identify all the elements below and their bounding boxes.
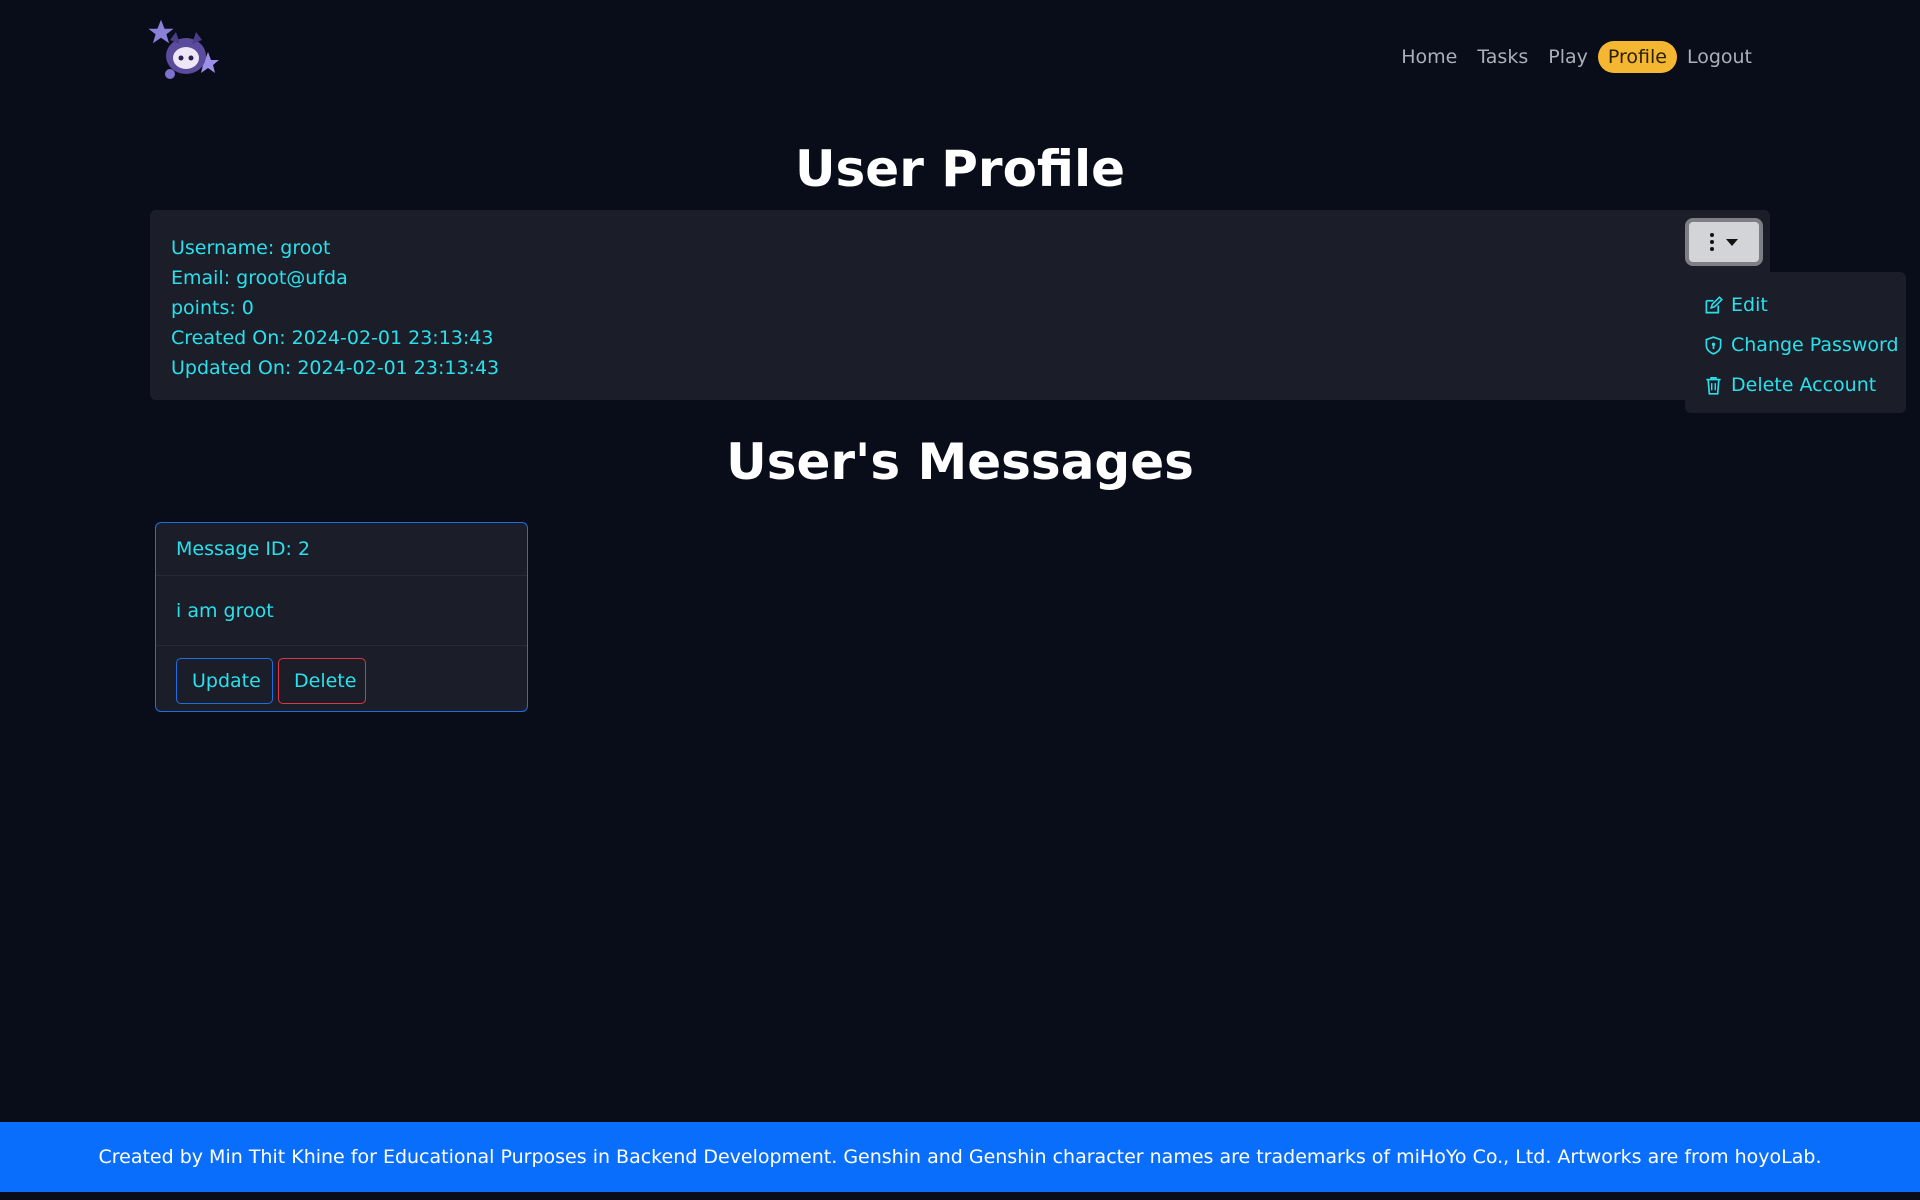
nav-profile[interactable]: Profile	[1597, 41, 1677, 73]
kebab-menu-icon	[1710, 233, 1714, 251]
nav-home[interactable]: Home	[1391, 40, 1467, 74]
menu-item-delete-account[interactable]: Delete Account	[1685, 365, 1906, 405]
profile-updated: Updated On: 2024-02-01 23:13:43	[171, 357, 500, 379]
nav-tasks[interactable]: Tasks	[1467, 40, 1538, 74]
profile-email: Email: groot@ufda	[171, 267, 348, 289]
page: Home Tasks Play Profile Logout User Prof…	[0, 0, 1920, 1200]
message-actions: Update Delete	[156, 646, 527, 704]
nav-play[interactable]: Play	[1538, 40, 1598, 74]
caret-down-icon	[1726, 238, 1738, 246]
profile-created: Created On: 2024-02-01 23:13:43	[171, 327, 494, 349]
menu-item-edit[interactable]: Edit	[1685, 285, 1906, 325]
profile-title: User Profile	[794, 140, 1126, 198]
messages-title: User's Messages	[726, 433, 1194, 491]
menu-item-delete-account-label: Delete Account	[1731, 374, 1877, 396]
profile-details: Username: groot Email: groot@ufda points…	[171, 233, 499, 383]
delete-button[interactable]: Delete	[278, 658, 366, 704]
mascot-logo-icon	[148, 19, 219, 79]
profile-username: Username: groot	[171, 237, 331, 259]
profile-card: Username: groot Email: groot@ufda points…	[150, 210, 1770, 400]
update-button[interactable]: Update	[176, 658, 273, 704]
trash-icon	[1706, 376, 1721, 395]
edit-icon	[1705, 295, 1723, 313]
profile-points: points: 0	[171, 297, 254, 319]
nav-logout[interactable]: Logout	[1677, 40, 1762, 74]
menu-item-edit-label: Edit	[1731, 294, 1768, 316]
logo[interactable]	[148, 18, 220, 82]
message-id: Message ID: 2	[156, 523, 527, 576]
profile-menu-button[interactable]	[1685, 218, 1763, 266]
main-nav: Home Tasks Play Profile Logout	[1391, 40, 1762, 74]
footer: Created by Min Thit Khine for Educationa…	[0, 1122, 1920, 1192]
shield-icon	[1705, 335, 1722, 355]
message-card: Message ID: 2 i am groot Update Delete	[155, 522, 528, 712]
profile-dropdown-menu: Edit Change Password Delete Account	[1685, 272, 1906, 413]
footer-text: Created by Min Thit Khine for Educationa…	[98, 1146, 1822, 1168]
menu-item-change-password[interactable]: Change Password	[1685, 325, 1906, 365]
menu-item-change-password-label: Change Password	[1731, 334, 1899, 356]
message-text: i am groot	[156, 576, 527, 646]
